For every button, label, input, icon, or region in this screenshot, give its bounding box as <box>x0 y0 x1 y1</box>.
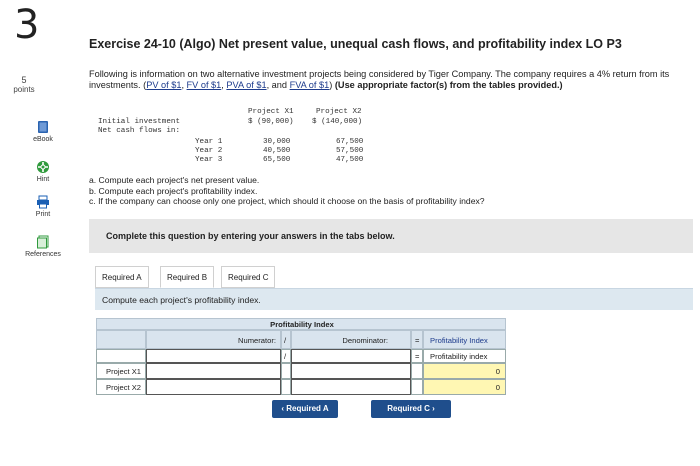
row-x2-label: Project X2 <box>106 383 142 392</box>
pi-subheader-blank <box>96 349 146 363</box>
initial-investment-label: Initial investment <box>98 118 181 126</box>
tab-instruction-bar: Compute each project's profitability ind… <box>95 288 693 310</box>
hint-icon <box>37 161 49 173</box>
initial-x2: $ (140,000) <box>312 118 363 126</box>
exercise-intro: Following is information on two alternat… <box>89 69 670 90</box>
x1-year-1: 30,000 <box>263 138 291 146</box>
result-subheader: Profitability index <box>430 352 488 361</box>
equals-symbol: = <box>415 336 420 345</box>
x2-year-1: 67,500 <box>336 138 364 146</box>
hint-label: Hint <box>36 176 50 183</box>
ebook-button[interactable]: eBook <box>20 120 66 143</box>
x2-result-cell: 0 <box>423 379 506 395</box>
year-3-label: Year 3 <box>195 156 223 164</box>
hint-button[interactable]: Hint <box>20 160 66 183</box>
complete-notice-bar: Complete this question by entering your … <box>89 219 693 253</box>
row-x2-label-cell: Project X2 <box>96 379 146 395</box>
numerator-label-input[interactable] <box>146 349 281 363</box>
profitability-index-table: Profitability Index Numerator: / Denomin… <box>96 318 506 396</box>
pi-subheader-result: Profitability index <box>423 349 506 363</box>
pi-header-divide-cell: / <box>281 330 291 349</box>
print-label: Print <box>35 211 51 218</box>
pi-header-numerator-cell: Numerator: <box>146 330 281 349</box>
pv-table-link[interactable]: PV of $1 <box>146 80 181 90</box>
x2-equals <box>411 379 423 395</box>
tab-required-b[interactable]: Required B <box>160 266 215 288</box>
task-b: b. Compute each project's profitability … <box>89 185 258 196</box>
pi-header-blank <box>96 330 146 349</box>
result-header: Profitability Index <box>430 336 488 345</box>
points-label: points <box>13 85 35 94</box>
year-1-label: Year 1 <box>195 138 223 146</box>
x1-numerator-input[interactable] <box>146 363 281 379</box>
print-button[interactable]: Print <box>20 195 66 218</box>
row-x1-label: Project X1 <box>106 367 142 376</box>
pi-header-equals-cell: = <box>411 330 423 349</box>
next-required-c-button[interactable]: Required C › <box>371 400 451 418</box>
exercise-title: Exercise 24-10 (Algo) Net present value,… <box>89 37 622 51</box>
references-label: References <box>25 251 61 258</box>
references-icon <box>37 235 49 249</box>
question-number: 3 <box>14 2 40 48</box>
task-c: c. If the company can choose only one pr… <box>89 196 485 206</box>
net-cash-flows-label: Net cash flows in: <box>98 127 181 135</box>
pi-subheader-equals: = <box>411 349 423 363</box>
x2-numerator-input[interactable] <box>146 379 281 395</box>
prev-button-label: Required A <box>286 404 329 413</box>
points-value: 5 <box>21 75 27 85</box>
pi-title: Profitability Index <box>270 320 334 329</box>
col-header-x1: Project X1 <box>248 108 294 116</box>
x1-result: 0 <box>495 367 500 376</box>
pi-header-denominator-cell: Denominator: <box>291 330 411 349</box>
x2-divide <box>281 379 291 395</box>
pva-table-link[interactable]: PVA of $1 <box>226 80 266 90</box>
prev-required-a-button[interactable]: ‹ Required A <box>272 400 338 418</box>
x2-denominator-input[interactable] <box>291 379 411 395</box>
task-a: a. Compute each project's net present va… <box>89 175 260 185</box>
tab-required-a[interactable]: Required A <box>95 266 149 288</box>
pi-header-result-cell: Profitability Index <box>423 330 506 349</box>
col-header-x2: Project X2 <box>316 108 362 116</box>
fva-table-link[interactable]: FVA of $1 <box>290 80 330 90</box>
factor-instruction: (Use appropriate factor(s) from the tabl… <box>334 80 563 90</box>
x1-year-3: 65,500 <box>263 156 291 164</box>
row-x1-label-cell: Project X1 <box>96 363 146 379</box>
x1-equals <box>411 363 423 379</box>
chevron-right-icon: › <box>429 404 435 413</box>
divide-symbol: / <box>284 336 287 345</box>
year-2-label: Year 2 <box>195 147 223 155</box>
fv-table-link[interactable]: FV of $1 <box>187 80 222 90</box>
ebook-label: eBook <box>33 136 53 143</box>
tab-required-c[interactable]: Required C <box>221 266 276 288</box>
x1-divide <box>281 363 291 379</box>
denominator-label-input[interactable] <box>291 349 411 363</box>
initial-x1: $ (90,000) <box>248 118 294 126</box>
x2-year-2: 57,500 <box>336 147 364 155</box>
x1-result-cell: 0 <box>423 363 506 379</box>
task-list: a. Compute each project's net present va… <box>89 175 485 207</box>
points-info: 5 points <box>6 75 42 95</box>
x1-denominator-input[interactable] <box>291 363 411 379</box>
x2-year-3: 47,500 <box>336 156 364 164</box>
x1-year-2: 40,500 <box>263 147 291 155</box>
pi-title-row: Profitability Index <box>96 318 506 330</box>
numerator-label: Numerator: <box>238 336 276 345</box>
printer-icon <box>37 195 49 209</box>
complete-notice-text: Complete this question by entering your … <box>106 231 395 241</box>
next-button-label: Required C <box>387 404 430 413</box>
denominator-label: Denominator: <box>342 336 388 345</box>
tab-instruction-text: Compute each project's profitability ind… <box>102 295 261 305</box>
x2-result: 0 <box>495 383 500 392</box>
references-button[interactable]: References <box>20 235 66 258</box>
pi-subheader-divide: / <box>281 349 291 363</box>
book-icon <box>38 121 48 133</box>
